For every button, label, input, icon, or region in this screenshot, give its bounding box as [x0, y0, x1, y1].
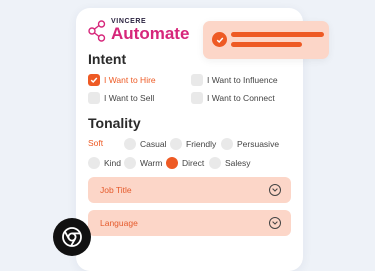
tonality-option-label: Friendly	[186, 139, 217, 149]
tonality-option-label: Soft	[88, 138, 104, 148]
intent-option-influence[interactable]: I Want to Influence	[191, 74, 278, 86]
tonality-option-soft[interactable]: Soft	[88, 138, 103, 148]
radio-icon	[88, 157, 100, 169]
tonality-option-label: Warm	[140, 158, 163, 168]
tonality-option-label: Persuasive	[237, 139, 280, 149]
vincere-automate-logo: VINCERE Automate	[88, 18, 190, 44]
check-icon	[212, 32, 227, 47]
tonality-option-salesy[interactable]: Salesy	[209, 157, 251, 169]
radio-icon	[124, 138, 136, 150]
intent-option-label: I Want to Hire	[104, 75, 156, 85]
language-dropdown[interactable]: Language	[88, 210, 291, 236]
tonality-option-direct[interactable]: Direct	[166, 157, 204, 169]
chevron-down-icon	[269, 217, 281, 229]
notification-text-placeholder	[231, 32, 324, 37]
tonality-option-warm[interactable]: Warm	[124, 157, 162, 169]
radio-icon	[170, 138, 182, 150]
intent-option-label: I Want to Connect	[207, 93, 275, 103]
brand-name: Automate	[111, 24, 190, 43]
tonality-option-label: Salesy	[225, 158, 251, 168]
radio-icon	[209, 157, 221, 169]
tonality-option-label: Direct	[182, 158, 205, 168]
checkbox-icon	[88, 92, 100, 104]
tonality-option-persuasive[interactable]: Persuasive	[221, 138, 279, 150]
chevron-down-icon	[269, 184, 281, 196]
radio-icon	[221, 138, 233, 150]
tonality-option-label: Kind	[104, 158, 122, 168]
intent-option-connect[interactable]: I Want to Connect	[191, 92, 275, 104]
job-title-dropdown[interactable]: Job Title	[88, 177, 291, 203]
selected-radio-icon	[166, 157, 178, 169]
tonality-heading: Tonality	[88, 115, 141, 131]
dropdown-label: Language	[100, 218, 138, 228]
notification-text-placeholder	[231, 42, 302, 47]
tonality-option-label: Casual	[140, 139, 167, 149]
chrome-icon[interactable]	[53, 218, 91, 256]
tonality-option-kind[interactable]: Kind	[88, 157, 121, 169]
checked-checkbox-icon	[88, 74, 100, 86]
dropdown-label: Job Title	[100, 185, 132, 195]
notification-card	[203, 21, 329, 59]
intent-option-sell[interactable]: I Want to Sell	[88, 92, 154, 104]
checkbox-icon	[191, 74, 203, 86]
intent-heading: Intent	[88, 51, 127, 67]
network-logo-icon	[88, 20, 106, 42]
checkbox-icon	[191, 92, 203, 104]
intent-option-label: I Want to Influence	[207, 75, 278, 85]
intent-option-hire[interactable]: I Want to Hire	[88, 74, 156, 86]
intent-option-label: I Want to Sell	[104, 93, 155, 103]
tonality-option-casual[interactable]: Casual	[124, 138, 166, 150]
radio-icon	[124, 157, 136, 169]
tonality-option-friendly[interactable]: Friendly	[170, 138, 216, 150]
